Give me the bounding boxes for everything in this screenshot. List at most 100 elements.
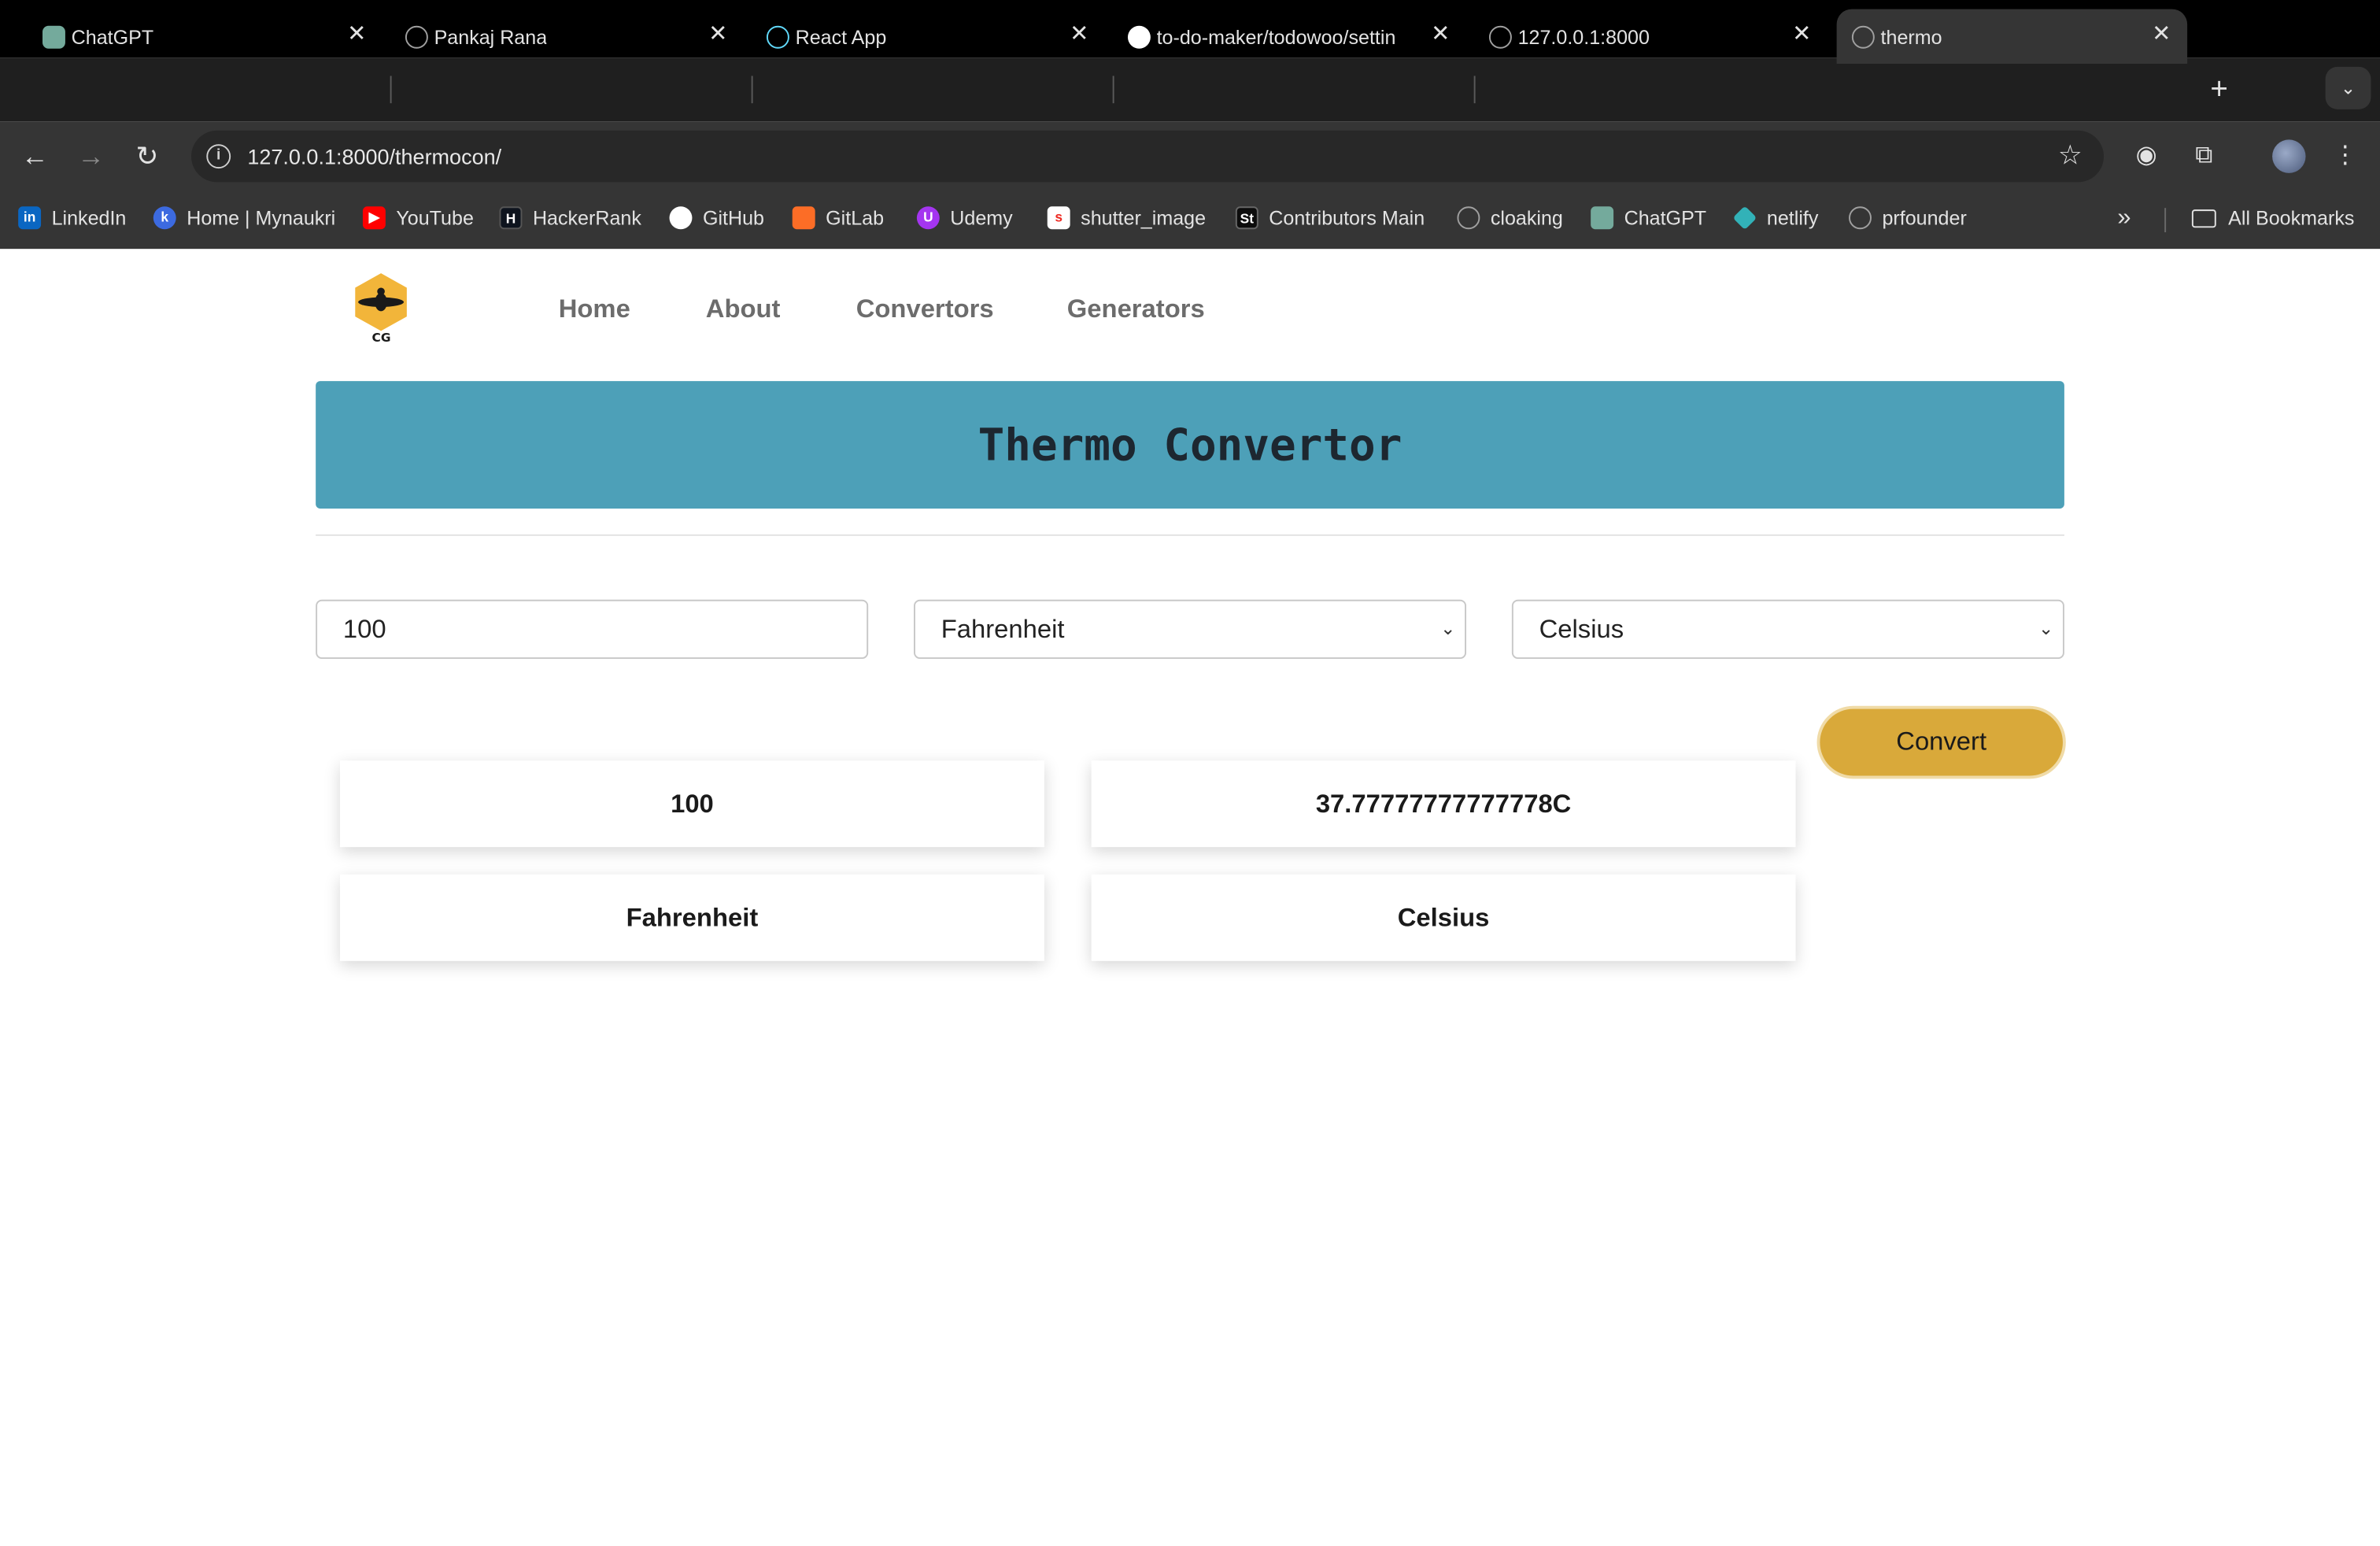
tab-separator — [1112, 76, 1114, 104]
chevron-down-icon: ⌄ — [2038, 617, 2054, 639]
from-unit-value: Fahrenheit — [941, 615, 1065, 644]
logo-text: CG — [371, 331, 391, 345]
bookmark-label: shutter_image — [1081, 206, 1207, 230]
profile-avatar[interactable] — [2272, 139, 2306, 173]
back-icon[interactable]: ← — [18, 139, 51, 172]
close-icon[interactable]: ✕ — [704, 21, 732, 49]
chevron-down-icon: ⌄ — [1440, 617, 1456, 639]
extension-grammar-icon[interactable]: ◉ — [2130, 139, 2163, 172]
bookmark-label: YouTube — [396, 206, 474, 230]
bookmark-prfounder[interactable]: prfounder — [1849, 206, 1967, 230]
bookmark-label: cloaking — [1490, 206, 1563, 230]
tab-title: Pankaj Rana — [434, 24, 548, 48]
bookmark-star-icon[interactable]: ☆ — [2058, 139, 2082, 172]
bookmarks-divider — [2164, 208, 2167, 233]
bookmark-udemy[interactable]: U Udemy — [916, 206, 1013, 230]
result-output-unit-card: Celsius — [1091, 874, 1796, 961]
tab-title: ChatGPT — [71, 24, 154, 48]
bookmark-label: LinkedIn — [51, 206, 127, 230]
tab-title: React App — [795, 24, 887, 48]
bookmark-cloaking[interactable]: cloaking — [1457, 206, 1563, 230]
nav-generators[interactable]: Generators — [1067, 294, 1205, 325]
tab-separator — [751, 76, 753, 104]
convert-button[interactable]: Convert — [1816, 705, 2066, 779]
chatgpt-icon — [1591, 206, 1614, 230]
gitlab-icon — [792, 206, 815, 230]
tab-react-app[interactable]: React App ✕ — [752, 9, 1105, 64]
tab-thermo[interactable]: thermo ✕ — [1836, 9, 2188, 65]
chatgpt-icon — [42, 25, 65, 49]
close-icon[interactable]: ✕ — [1427, 21, 1454, 49]
extensions-icon[interactable]: ⧉ — [2187, 139, 2220, 172]
netlify-icon — [1732, 205, 1757, 231]
mynaukri-icon: k — [153, 206, 176, 230]
menu-kebab-icon[interactable]: ⋮ — [2328, 139, 2361, 172]
result-input-value: 100 — [671, 788, 714, 818]
bookmark-contributors-main[interactable]: St Contributors Main — [1235, 206, 1425, 230]
bookmark-label: GitLab — [826, 206, 885, 230]
site-info-icon[interactable]: i — [206, 144, 231, 169]
tab-chatgpt[interactable]: ChatGPT ✕ — [28, 9, 382, 64]
title-banner: Thermo Convertor — [316, 381, 2064, 509]
to-unit-value: Celsius — [1539, 615, 1624, 644]
bookmark-hackerrank[interactable]: H HackerRank — [499, 206, 641, 230]
tab-title: to-do-maker/todowoo/settin — [1156, 24, 1396, 48]
bookmark-label: HackerRank — [532, 206, 641, 230]
globe-icon — [1849, 206, 1872, 230]
bookmark-gitlab[interactable]: GitLab — [792, 206, 885, 230]
all-bookmarks-button[interactable]: All Bookmarks — [2191, 206, 2355, 230]
close-icon[interactable]: ✕ — [2148, 21, 2175, 49]
divider — [316, 534, 2064, 536]
bookmarks-bar: in LinkedIn k Home | Mynaukri ▶ YouTube H Ha… — [0, 191, 2380, 250]
close-icon[interactable]: ✕ — [1066, 21, 1093, 49]
bookmark-label: prfounder — [1882, 206, 1967, 230]
tab-title: thermo — [1880, 24, 1942, 48]
bookmark-chatgpt[interactable]: ChatGPT — [1591, 206, 1706, 230]
tab-strip — [0, 57, 2380, 122]
tab-title: 127.0.0.1:8000 — [1517, 24, 1650, 48]
all-bookmarks-label: All Bookmarks — [2228, 206, 2355, 230]
tab-separator — [390, 76, 392, 104]
reload-icon[interactable]: ↻ — [131, 139, 164, 172]
folder-icon — [2191, 209, 2216, 227]
bookmark-shutter-image[interactable]: s shutter_image — [1047, 206, 1207, 230]
bookmark-youtube[interactable]: ▶ YouTube — [362, 206, 474, 230]
nav-convertors[interactable]: Convertors — [856, 294, 994, 325]
result-output-value: 37.77777777777778C — [1315, 788, 1572, 818]
result-output-unit: Celsius — [1397, 902, 1490, 932]
bookmark-label: netlify — [1766, 206, 1819, 230]
to-unit-select[interactable]: Celsius ⌄ — [1511, 599, 2064, 660]
browser-toolbar: ← → ↻ i 127.0.0.1:8000/thermocon/ ☆ ◉ ⧉ … — [0, 121, 2380, 192]
result-input-unit-card: Fahrenheit — [340, 874, 1044, 961]
globe-icon — [1488, 25, 1512, 49]
forward-icon[interactable]: → — [75, 139, 108, 172]
nav-about[interactable]: About — [706, 294, 781, 325]
hackerrank-icon: H — [499, 206, 523, 230]
close-icon[interactable]: ✕ — [1788, 21, 1816, 49]
value-input-text: 100 — [342, 615, 386, 644]
tab-localhost[interactable]: 127.0.0.1:8000 ✕ — [1474, 9, 1828, 64]
tab-github-todo[interactable]: to-do-maker/todowoo/settin ✕ — [1113, 9, 1466, 64]
more-bookmarks-icon[interactable]: » — [2117, 205, 2131, 232]
address-bar[interactable]: i 127.0.0.1:8000/thermocon/ ☆ — [191, 130, 2105, 183]
bookmark-label: Udemy — [950, 206, 1013, 230]
value-input[interactable]: 100 — [316, 599, 869, 660]
bookmark-linkedin[interactable]: in LinkedIn — [18, 206, 127, 230]
nav-home[interactable]: Home — [559, 294, 630, 325]
tab-pankaj-rana[interactable]: Pankaj Rana ✕ — [390, 9, 744, 64]
shutterstock-icon: s — [1047, 206, 1070, 230]
bookmark-label: GitHub — [702, 206, 764, 230]
result-output-value-card: 37.77777777777778C — [1091, 760, 1796, 848]
close-icon[interactable]: ✕ — [343, 21, 371, 49]
from-unit-select[interactable]: Fahrenheit ⌄ — [914, 599, 1467, 660]
bookmark-mynaukri[interactable]: k Home | Mynaukri — [153, 206, 336, 230]
url-text[interactable]: 127.0.0.1:8000/thermocon/ — [247, 144, 501, 168]
new-tab-button[interactable]: + — [2202, 73, 2235, 106]
bookmark-github[interactable]: GitHub — [669, 206, 764, 230]
site-logo[interactable]: CG — [352, 272, 409, 347]
globe-icon — [1851, 25, 1875, 49]
tab-separator — [1473, 76, 1476, 104]
bookmark-netlify[interactable]: netlify — [1732, 205, 1819, 231]
bookmark-label: Home | Mynaukri — [187, 206, 336, 230]
tab-search-button[interactable]: ⌄ — [2325, 66, 2371, 109]
